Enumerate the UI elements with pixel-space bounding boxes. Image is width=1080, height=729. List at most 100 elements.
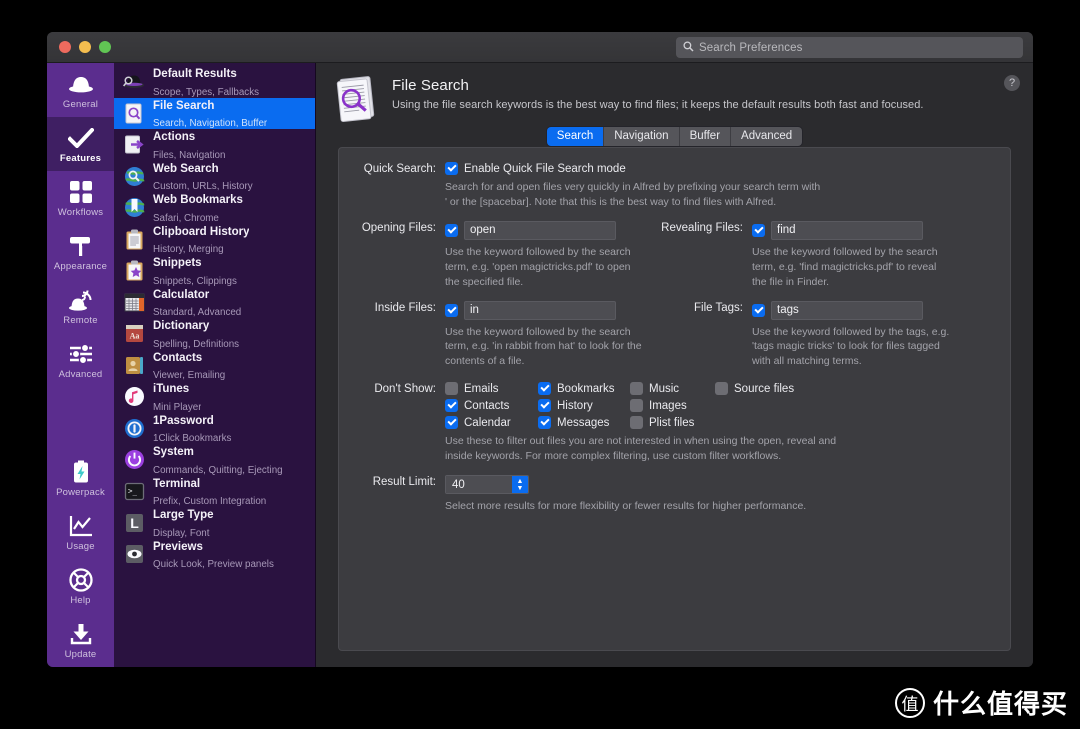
dont-show-contacts-checkbox[interactable] xyxy=(445,399,458,413)
rail-item-features[interactable]: Features xyxy=(47,117,114,171)
list-item-terminal[interactable]: >_ Terminal Prefix, Custom Integration xyxy=(114,476,315,507)
list-item-title: Default Results xyxy=(153,68,237,81)
quick-search-hint-line2: ' or the [spacebar]. Note that this is t… xyxy=(445,195,777,208)
settings-card: Quick Search: Enable Quick File Search m… xyxy=(338,147,1011,651)
rail-item-usage[interactable]: Usage xyxy=(47,505,114,559)
list-item-system[interactable]: System Commands, Quitting, Ejecting xyxy=(114,444,315,476)
list-item-contacts[interactable]: Contacts Viewer, Emailing xyxy=(114,348,315,383)
opening-files-input[interactable]: open xyxy=(464,220,616,240)
list-item-web-bookmarks[interactable]: Web Bookmarks Safari, Chrome xyxy=(114,192,315,224)
list-item-calculator[interactable]: Calculator Standard, Advanced xyxy=(114,287,315,318)
rail-item-advanced[interactable]: Advanced xyxy=(47,333,114,387)
checkbox-row: Images xyxy=(630,399,715,413)
rail-item-help-label: Help xyxy=(70,594,91,606)
tab-navigation[interactable]: Navigation xyxy=(603,126,679,146)
minimize-window-button[interactable] xyxy=(79,41,91,53)
zoom-window-button[interactable] xyxy=(99,41,111,53)
file-tags-input[interactable]: tags xyxy=(771,300,923,320)
dont-show-calendar-checkbox[interactable] xyxy=(445,416,458,430)
inside-files-checkbox[interactable] xyxy=(445,303,458,317)
dont-show-images-checkbox[interactable] xyxy=(630,399,643,413)
list-item-title: iTunes xyxy=(153,383,190,396)
rail-item-update[interactable]: Update xyxy=(47,613,114,667)
dont-show-hint: Use these to filter out files you are no… xyxy=(445,434,994,464)
globe-magnifier-icon xyxy=(123,165,145,187)
clipboard-icon xyxy=(123,228,145,250)
revealing-files-label: Revealing Files: xyxy=(661,221,743,234)
checkbox-row: Messages xyxy=(538,416,630,430)
list-item-1password[interactable]: 1Password 1Click Bookmarks xyxy=(114,411,315,446)
dont-show-messages-checkbox[interactable] xyxy=(538,416,551,430)
close-window-button[interactable] xyxy=(59,41,71,53)
opening-files-checkbox[interactable] xyxy=(445,223,458,237)
result-limit-stepper[interactable]: 40 ▲ ▼ xyxy=(445,475,529,495)
quick-search-label: Quick Search: xyxy=(363,163,436,175)
preferences-window: Search Preferences General Features Work… xyxy=(47,32,1033,667)
dont-show-column-3: Music Images Plist files xyxy=(630,382,715,430)
chart-line-icon xyxy=(69,513,93,539)
feature-list[interactable]: Default Results Scope, Types, Fallbacks … xyxy=(114,63,316,667)
inside-files-input[interactable]: in xyxy=(464,300,616,320)
enable-quick-file-search-label: Enable Quick File Search mode xyxy=(464,162,626,175)
list-item-actions[interactable]: Actions Files, Navigation xyxy=(114,129,315,161)
window-body: General Features Workflows Appearance Re… xyxy=(47,63,1033,667)
file-tags-checkbox[interactable] xyxy=(752,303,765,317)
dont-show-source-files-label: Source files xyxy=(734,382,795,395)
list-item-title: Terminal xyxy=(153,477,201,490)
svg-text:Aa: Aa xyxy=(129,332,139,341)
tab-buffer[interactable]: Buffer xyxy=(678,126,731,146)
list-item-web-search[interactable]: Web Search Custom, URLs, History xyxy=(114,159,315,194)
rail-item-general[interactable]: General xyxy=(47,63,114,117)
quick-search-checkbox-line: Enable Quick File Search mode xyxy=(445,162,994,175)
list-item-text: Contacts Viewer, Emailing xyxy=(153,348,225,383)
dont-show-bookmarks-checkbox[interactable] xyxy=(538,382,551,396)
rail-item-powerpack[interactable]: Powerpack xyxy=(47,451,114,505)
list-item-dictionary[interactable]: Aa Dictionary Spelling, Definitions xyxy=(114,318,315,350)
help-button[interactable]: ? xyxy=(1004,75,1020,91)
rail-item-appearance[interactable]: Appearance xyxy=(47,225,114,279)
result-limit-arrows[interactable]: ▲ ▼ xyxy=(512,476,528,494)
file-tags-label: File Tags: xyxy=(693,301,743,314)
quick-search-hint: Search for and open files very quickly i… xyxy=(445,180,994,210)
result-limit-value[interactable]: 40 xyxy=(446,476,512,494)
list-item-snippets[interactable]: Snippets Snippets, Clippings xyxy=(114,255,315,287)
list-item-previews[interactable]: Previews Quick Look, Preview panels xyxy=(114,539,315,570)
dont-show-emails-checkbox[interactable] xyxy=(445,382,458,396)
list-item-file-search[interactable]: File Search Search, Navigation, Buffer xyxy=(114,97,315,129)
checkbox-row: Contacts xyxy=(445,399,538,413)
tab-search[interactable]: Search xyxy=(546,126,604,146)
list-item-default-results[interactable]: Default Results Scope, Types, Fallbacks xyxy=(114,66,315,98)
rail-item-features-label: Features xyxy=(59,152,102,164)
list-item-text: 1Password 1Click Bookmarks xyxy=(153,411,231,446)
rail-item-help[interactable]: Help xyxy=(47,559,114,613)
dont-show-source-files-checkbox[interactable] xyxy=(715,382,728,396)
tab-advanced[interactable]: Advanced xyxy=(730,126,803,146)
list-item-itunes[interactable]: iTunes Mini Player xyxy=(114,381,315,413)
dont-show-messages-label: Messages xyxy=(557,416,610,429)
list-item-large-type[interactable]: L Large Type Display, Font xyxy=(114,507,315,539)
rail-item-remote[interactable]: Remote xyxy=(47,279,114,333)
result-limit-fields: 40 ▲ ▼ Select more results for more flexi… xyxy=(445,475,994,514)
search-icon xyxy=(683,39,694,57)
inside-files-label: Inside Files: xyxy=(374,301,436,314)
dont-show-history-checkbox[interactable] xyxy=(538,399,551,413)
rail-item-powerpack-label: Powerpack xyxy=(56,486,105,498)
list-item-title: Contacts xyxy=(153,351,203,364)
list-item-title: System xyxy=(153,446,194,459)
rail-item-update-label: Update xyxy=(64,648,97,660)
dont-show-music-label: Music xyxy=(649,382,680,395)
calculator-icon xyxy=(123,291,145,313)
battery-bolt-icon xyxy=(71,459,91,485)
revealing-files-input[interactable]: find xyxy=(771,220,923,240)
rail-item-workflows[interactable]: Workflows xyxy=(47,171,114,225)
enable-quick-file-search-checkbox[interactable] xyxy=(445,162,458,175)
list-item-text: Web Search Custom, URLs, History xyxy=(153,159,253,194)
list-item-clipboard-history[interactable]: Clipboard History History, Merging xyxy=(114,224,315,255)
dont-show-music-checkbox[interactable] xyxy=(630,382,643,396)
dont-show-plist-files-checkbox[interactable] xyxy=(630,416,643,430)
revealing-files-hint: Use the keyword followed by the search t… xyxy=(752,245,994,290)
list-item-text: Large Type Display, Font xyxy=(153,505,214,540)
search-preferences-input[interactable]: Search Preferences xyxy=(676,37,1023,58)
revealing-files-checkbox[interactable] xyxy=(752,223,765,237)
